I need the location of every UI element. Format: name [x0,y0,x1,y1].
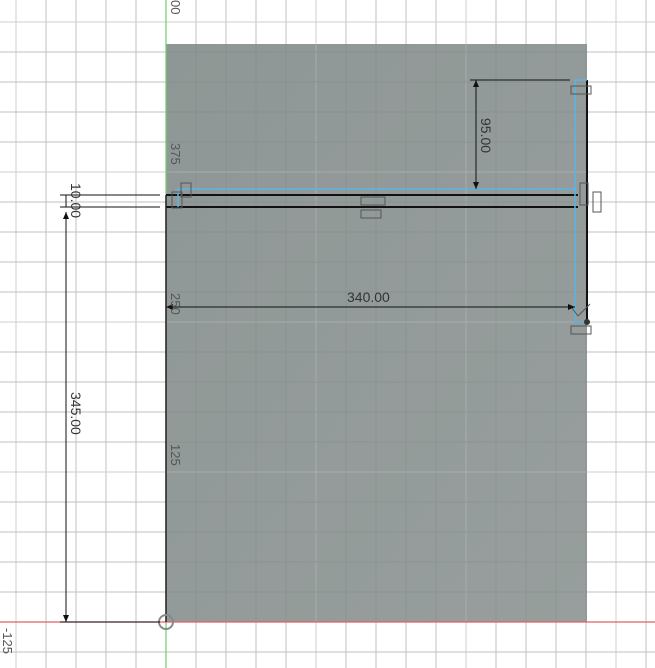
dimension-thickness[interactable]: 10.00 [68,183,84,218]
sketch-point[interactable] [584,319,590,325]
dimension-height[interactable]: 345.00 [68,392,84,435]
axis-label-neg125: -125 [0,628,15,654]
axis-label-375: 375 [168,143,183,165]
axis-label-250: 250 [168,293,183,315]
axis-label-top: 00 [168,0,183,14]
dimension-offset-top[interactable]: 95.00 [478,118,494,153]
axis-label-125: 125 [168,444,183,466]
sketch-canvas[interactable]: 10.00 95.00 340.00 345.00 00 375 250 125… [0,0,655,668]
dimension-width[interactable]: 340.00 [347,289,390,305]
sketch-svg[interactable]: 10.00 95.00 340.00 345.00 00 375 250 125… [0,0,655,668]
